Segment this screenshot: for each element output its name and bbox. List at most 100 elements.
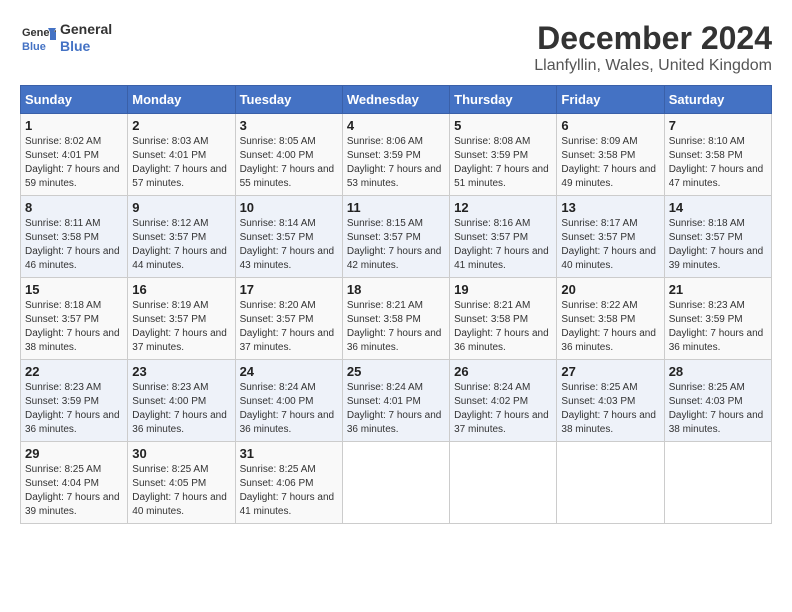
calendar-cell: 26 Sunrise: 8:24 AMSunset: 4:02 PMDaylig… [450,360,557,442]
day-info: Sunrise: 8:16 AMSunset: 3:57 PMDaylight:… [454,218,549,271]
day-number: 16 [132,282,230,297]
day-number: 9 [132,200,230,215]
day-number: 1 [25,118,123,133]
calendar-cell [450,442,557,524]
calendar-cell: 24 Sunrise: 8:24 AMSunset: 4:00 PMDaylig… [235,360,342,442]
calendar-cell: 16 Sunrise: 8:19 AMSunset: 3:57 PMDaylig… [128,278,235,360]
day-number: 10 [240,200,338,215]
calendar-cell [557,442,664,524]
calendar-cell: 20 Sunrise: 8:22 AMSunset: 3:58 PMDaylig… [557,278,664,360]
day-info: Sunrise: 8:22 AMSunset: 3:58 PMDaylight:… [561,300,656,353]
calendar-week-row: 8 Sunrise: 8:11 AMSunset: 3:58 PMDayligh… [21,196,772,278]
calendar-cell: 28 Sunrise: 8:25 AMSunset: 4:03 PMDaylig… [664,360,771,442]
day-header-friday: Friday [557,86,664,114]
day-number: 7 [669,118,767,133]
day-info: Sunrise: 8:24 AMSunset: 4:02 PMDaylight:… [454,382,549,435]
day-number: 29 [25,446,123,461]
day-info: Sunrise: 8:23 AMSunset: 4:00 PMDaylight:… [132,382,227,435]
day-number: 13 [561,200,659,215]
calendar-cell: 9 Sunrise: 8:12 AMSunset: 3:57 PMDayligh… [128,196,235,278]
day-number: 5 [454,118,552,133]
calendar-week-row: 22 Sunrise: 8:23 AMSunset: 3:59 PMDaylig… [21,360,772,442]
calendar-cell: 5 Sunrise: 8:08 AMSunset: 3:59 PMDayligh… [450,114,557,196]
day-number: 8 [25,200,123,215]
calendar-cell: 15 Sunrise: 8:18 AMSunset: 3:57 PMDaylig… [21,278,128,360]
day-number: 20 [561,282,659,297]
day-number: 18 [347,282,445,297]
calendar-cell: 12 Sunrise: 8:16 AMSunset: 3:57 PMDaylig… [450,196,557,278]
calendar-cell: 8 Sunrise: 8:11 AMSunset: 3:58 PMDayligh… [21,196,128,278]
day-info: Sunrise: 8:08 AMSunset: 3:59 PMDaylight:… [454,136,549,189]
logo-text-general: General [60,21,112,38]
calendar-cell: 29 Sunrise: 8:25 AMSunset: 4:04 PMDaylig… [21,442,128,524]
calendar-cell [664,442,771,524]
day-info: Sunrise: 8:24 AMSunset: 4:00 PMDaylight:… [240,382,335,435]
logo-icon: General Blue [20,20,56,56]
day-number: 11 [347,200,445,215]
day-info: Sunrise: 8:06 AMSunset: 3:59 PMDaylight:… [347,136,442,189]
day-number: 22 [25,364,123,379]
day-number: 30 [132,446,230,461]
calendar-week-row: 15 Sunrise: 8:18 AMSunset: 3:57 PMDaylig… [21,278,772,360]
day-number: 2 [132,118,230,133]
day-info: Sunrise: 8:25 AMSunset: 4:04 PMDaylight:… [25,464,120,517]
day-info: Sunrise: 8:11 AMSunset: 3:58 PMDaylight:… [25,218,120,271]
day-info: Sunrise: 8:20 AMSunset: 3:57 PMDaylight:… [240,300,335,353]
day-header-sunday: Sunday [21,86,128,114]
calendar-cell: 7 Sunrise: 8:10 AMSunset: 3:58 PMDayligh… [664,114,771,196]
calendar-cell: 10 Sunrise: 8:14 AMSunset: 3:57 PMDaylig… [235,196,342,278]
day-info: Sunrise: 8:10 AMSunset: 3:58 PMDaylight:… [669,136,764,189]
day-number: 17 [240,282,338,297]
day-info: Sunrise: 8:02 AMSunset: 4:01 PMDaylight:… [25,136,120,189]
day-info: Sunrise: 8:14 AMSunset: 3:57 PMDaylight:… [240,218,335,271]
day-info: Sunrise: 8:19 AMSunset: 3:57 PMDaylight:… [132,300,227,353]
day-info: Sunrise: 8:09 AMSunset: 3:58 PMDaylight:… [561,136,656,189]
day-header-wednesday: Wednesday [342,86,449,114]
day-number: 6 [561,118,659,133]
day-info: Sunrise: 8:21 AMSunset: 3:58 PMDaylight:… [347,300,442,353]
day-info: Sunrise: 8:18 AMSunset: 3:57 PMDaylight:… [25,300,120,353]
subtitle: Llanfyllin, Wales, United Kingdom [534,57,772,75]
calendar-cell: 6 Sunrise: 8:09 AMSunset: 3:58 PMDayligh… [557,114,664,196]
main-title: December 2024 [534,20,772,57]
day-number: 12 [454,200,552,215]
calendar-header-row: SundayMondayTuesdayWednesdayThursdayFrid… [21,86,772,114]
calendar-cell: 3 Sunrise: 8:05 AMSunset: 4:00 PMDayligh… [235,114,342,196]
day-number: 15 [25,282,123,297]
calendar-cell: 31 Sunrise: 8:25 AMSunset: 4:06 PMDaylig… [235,442,342,524]
day-number: 4 [347,118,445,133]
calendar-cell: 2 Sunrise: 8:03 AMSunset: 4:01 PMDayligh… [128,114,235,196]
calendar-cell [342,442,449,524]
day-info: Sunrise: 8:05 AMSunset: 4:00 PMDaylight:… [240,136,335,189]
day-number: 19 [454,282,552,297]
day-info: Sunrise: 8:23 AMSunset: 3:59 PMDaylight:… [25,382,120,435]
day-info: Sunrise: 8:25 AMSunset: 4:05 PMDaylight:… [132,464,227,517]
logo-text-blue: Blue [60,38,112,55]
day-header-tuesday: Tuesday [235,86,342,114]
logo: General Blue General Blue [20,20,112,56]
calendar-cell: 18 Sunrise: 8:21 AMSunset: 3:58 PMDaylig… [342,278,449,360]
day-number: 3 [240,118,338,133]
calendar-cell: 4 Sunrise: 8:06 AMSunset: 3:59 PMDayligh… [342,114,449,196]
day-info: Sunrise: 8:24 AMSunset: 4:01 PMDaylight:… [347,382,442,435]
calendar-cell: 21 Sunrise: 8:23 AMSunset: 3:59 PMDaylig… [664,278,771,360]
day-info: Sunrise: 8:18 AMSunset: 3:57 PMDaylight:… [669,218,764,271]
title-section: December 2024 Llanfyllin, Wales, United … [534,20,772,75]
calendar-cell: 30 Sunrise: 8:25 AMSunset: 4:05 PMDaylig… [128,442,235,524]
day-number: 24 [240,364,338,379]
day-info: Sunrise: 8:25 AMSunset: 4:03 PMDaylight:… [669,382,764,435]
day-number: 26 [454,364,552,379]
calendar-cell: 19 Sunrise: 8:21 AMSunset: 3:58 PMDaylig… [450,278,557,360]
day-info: Sunrise: 8:23 AMSunset: 3:59 PMDaylight:… [669,300,764,353]
day-info: Sunrise: 8:17 AMSunset: 3:57 PMDaylight:… [561,218,656,271]
calendar-cell: 13 Sunrise: 8:17 AMSunset: 3:57 PMDaylig… [557,196,664,278]
day-info: Sunrise: 8:12 AMSunset: 3:57 PMDaylight:… [132,218,227,271]
day-info: Sunrise: 8:21 AMSunset: 3:58 PMDaylight:… [454,300,549,353]
calendar-week-row: 29 Sunrise: 8:25 AMSunset: 4:04 PMDaylig… [21,442,772,524]
day-number: 28 [669,364,767,379]
calendar-week-row: 1 Sunrise: 8:02 AMSunset: 4:01 PMDayligh… [21,114,772,196]
day-number: 21 [669,282,767,297]
day-info: Sunrise: 8:25 AMSunset: 4:06 PMDaylight:… [240,464,335,517]
calendar-cell: 17 Sunrise: 8:20 AMSunset: 3:57 PMDaylig… [235,278,342,360]
calendar-cell: 1 Sunrise: 8:02 AMSunset: 4:01 PMDayligh… [21,114,128,196]
